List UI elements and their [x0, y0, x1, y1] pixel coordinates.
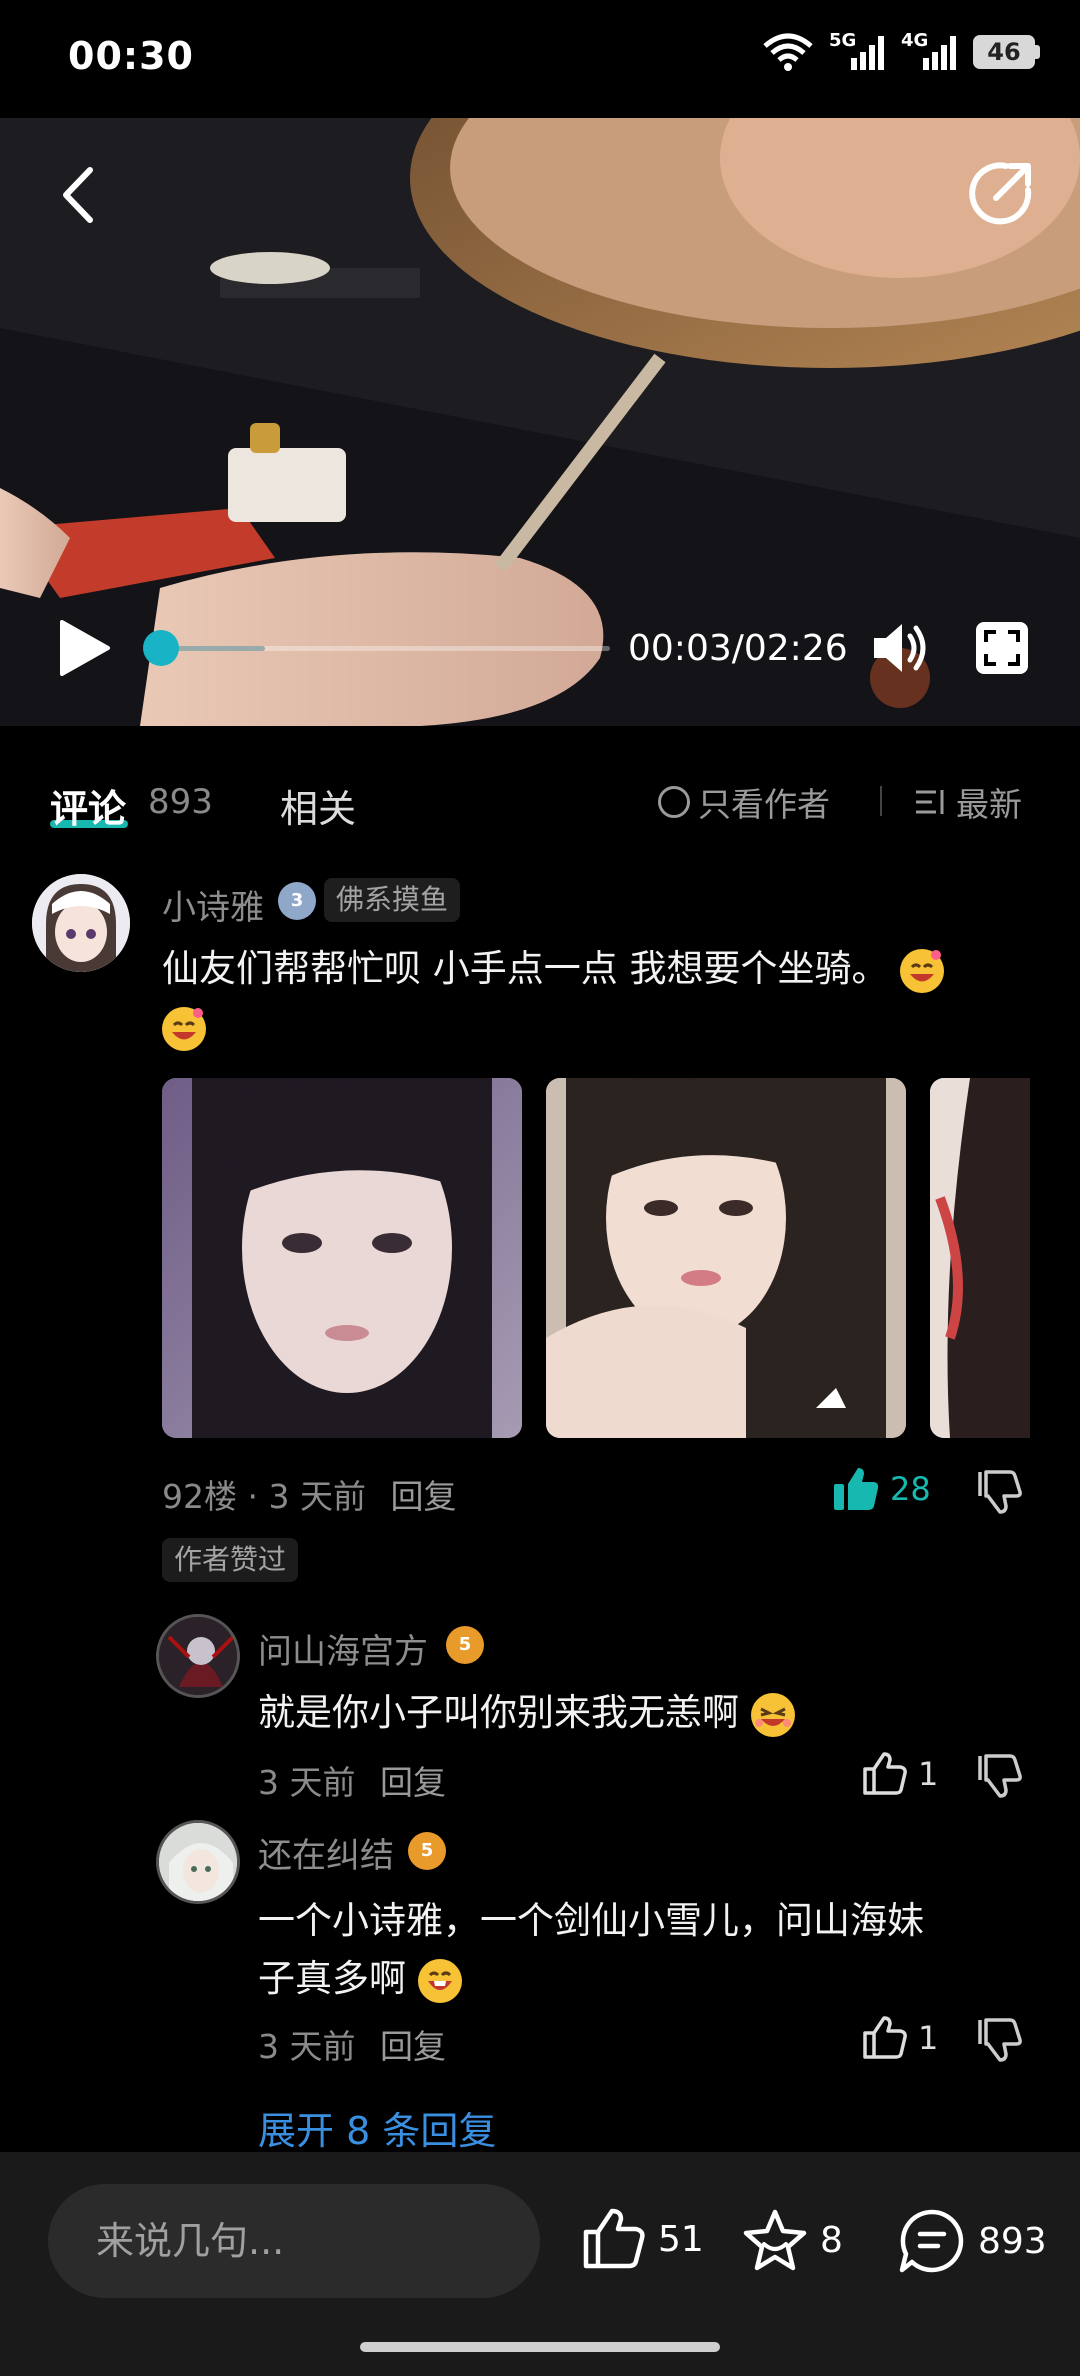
play-button[interactable] [56, 618, 112, 678]
play-icon [60, 620, 110, 676]
fullscreen-icon [976, 622, 1028, 674]
grin-emoji-icon [900, 948, 945, 993]
home-indicator[interactable] [360, 2342, 720, 2352]
progress-track[interactable] [150, 646, 610, 651]
reply-like-button[interactable]: 1 [862, 2016, 938, 2060]
avatar[interactable] [32, 874, 130, 972]
video-like-count: 51 [658, 2218, 704, 2260]
laughing-emoji-icon [750, 1692, 795, 1737]
tongue-emoji-icon [417, 1958, 462, 2003]
reply-username[interactable]: 还在纠结 [258, 1828, 394, 1877]
back-button[interactable] [54, 160, 104, 230]
wifi-icon [763, 33, 813, 71]
volume-button[interactable] [870, 620, 930, 676]
sort-icon [916, 790, 944, 814]
comment-floor: 92楼 [162, 1477, 237, 1516]
comment-input[interactable]: 来说几句... [48, 2184, 540, 2298]
reply-text-line: 子真多啊 [258, 1957, 406, 2000]
reply-text-line: 就是你小子叫你别来我无恙啊 [258, 1691, 739, 1734]
progress-knob[interactable] [142, 630, 179, 666]
comment-image-3[interactable] [930, 1078, 1030, 1438]
reply-like-button[interactable]: 1 [862, 1752, 938, 1796]
thumbs-down-icon [978, 1470, 1022, 1514]
tab-comments-count: 893 [148, 782, 213, 822]
share-icon [969, 162, 1032, 225]
like-count: 28 [890, 1470, 931, 1508]
status-icons: 5G 4G 46 [761, 30, 1040, 72]
comments-button[interactable]: 893 [898, 2208, 1047, 2274]
favorite-button[interactable]: 8 [742, 2208, 843, 2272]
reply-dislike-button[interactable] [976, 1752, 1024, 1802]
reply-button[interactable]: 回复 [380, 1763, 446, 1802]
reply-text-line: 一个小诗雅，一个剑仙小雪儿，问山海妹 [258, 1899, 924, 1942]
reply-like-count: 1 [918, 2019, 939, 2057]
battery-icon: 46 [973, 35, 1040, 69]
tab-comments[interactable]: 评论 [50, 778, 126, 833]
reply-meta: 3 天前 回复 [258, 1756, 446, 1804]
reply-level-badge: 5 [408, 1832, 446, 1870]
comment-image-2[interactable] [546, 1078, 906, 1438]
bottom-bar: 来说几句... 51 8 893 [0, 2152, 1080, 2376]
tab-related[interactable]: 相关 [280, 778, 356, 833]
signal-5g-icon: 5G [829, 30, 887, 72]
thumbs-up-filled-icon [834, 1468, 879, 1510]
thumbs-up-icon [583, 2208, 645, 2269]
sort-label: 最新 [956, 785, 1022, 824]
share-button[interactable] [966, 158, 1036, 228]
favorite-count: 8 [820, 2219, 843, 2261]
thumbs-up-icon [863, 2016, 907, 2059]
comments-count: 893 [978, 2220, 1047, 2262]
comment-image-1[interactable] [162, 1078, 522, 1438]
level-badge: 3 [278, 882, 316, 920]
video-like-button[interactable]: 51 [582, 2208, 704, 2270]
signal-4g-icon: 4G [901, 30, 959, 72]
author-only-filter[interactable]: 只看作者 [658, 778, 830, 826]
status-time: 00:30 [68, 34, 194, 78]
reply-dislike-button[interactable] [976, 2016, 1024, 2066]
radio-circle-icon [658, 786, 690, 818]
reply-meta: 3 天前 回复 [258, 2020, 446, 2068]
reply-text: 就是你小子叫你别来我无恙啊 [258, 1684, 1038, 1742]
reply-time: 3 天前 [258, 1763, 356, 1802]
author-only-label: 只看作者 [698, 785, 830, 824]
filter-divider [880, 786, 882, 816]
fullscreen-button[interactable] [974, 620, 1030, 676]
thumbs-down-icon [978, 2018, 1022, 2062]
status-bar: 00:30 5G 4G 46 [0, 0, 1080, 118]
comment-time: 3 天前 [268, 1477, 366, 1516]
comment-tabs: 评论 893 相关 只看作者 最新 [0, 726, 1080, 876]
reply-avatar[interactable] [156, 1820, 240, 1904]
reply-avatar[interactable] [156, 1614, 240, 1698]
chat-bubble-icon [899, 2209, 964, 2273]
expand-replies-link[interactable]: 展开 8 条回复 [258, 2100, 496, 2155]
reply-username[interactable]: 问山海宫方 [258, 1624, 428, 1673]
star-icon [743, 2209, 807, 2271]
grin-emoji-icon [162, 1006, 206, 1051]
reply-button[interactable]: 回复 [390, 1477, 456, 1516]
reply-text: 一个小诗雅，一个剑仙小雪儿，问山海妹 子真多啊 [258, 1892, 1058, 2008]
comment-meta: 92楼 · 3 天前 回复 [162, 1477, 457, 1516]
comment-text: 仙友们帮帮忙呗 小手点一点 我想要个坐骑。 [162, 940, 1042, 1056]
battery-level: 46 [973, 35, 1035, 69]
volume-icon [874, 624, 926, 672]
comment-text-line: 仙友们帮帮忙呗 小手点一点 我想要个坐骑。 [162, 947, 889, 990]
author-liked-badge: 作者赞过 [162, 1538, 299, 1582]
like-button[interactable]: 28 [832, 1466, 931, 1512]
user-tag: 佛系摸鱼 [324, 878, 461, 922]
dislike-button[interactable] [976, 1468, 1024, 1518]
back-arrow-icon [63, 167, 93, 223]
sort-button[interactable]: 最新 [914, 778, 1022, 826]
reply-level-badge: 5 [446, 1626, 484, 1664]
thumbs-up-icon [863, 1752, 907, 1795]
time-readout: 00:03/02:26 [628, 628, 848, 669]
reply-like-count: 1 [918, 1755, 939, 1793]
reply-time: 3 天前 [258, 2027, 356, 2066]
reply-button[interactable]: 回复 [380, 2027, 446, 2066]
thumbs-down-icon [978, 1754, 1022, 1798]
comment-username[interactable]: 小诗雅 [162, 880, 264, 929]
